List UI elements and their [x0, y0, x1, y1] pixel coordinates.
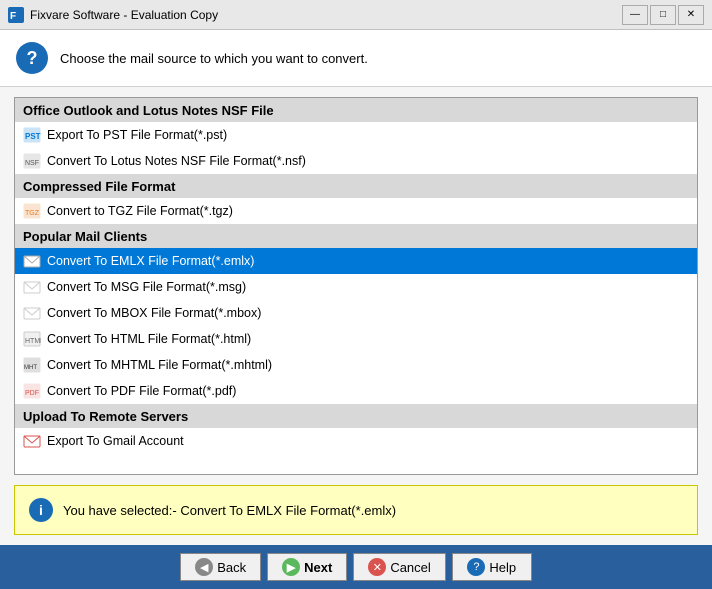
header-icon: ? [16, 42, 48, 74]
item-icon-msg [23, 278, 41, 296]
group-label: Office Outlook and Lotus Notes NSF File [23, 103, 274, 118]
title-bar-controls: — □ ✕ [622, 5, 704, 25]
item-icon-mbox [23, 304, 41, 322]
list-item[interactable]: Upload To Remote Servers [15, 404, 697, 428]
title-bar-text: Fixvare Software - Evaluation Copy [30, 8, 218, 22]
item-icon-tgz: TGZ [23, 202, 41, 220]
item-label: Convert To HTML File Format(*.html) [47, 332, 251, 346]
item-icon-mhtml: MHT [23, 356, 41, 374]
info-text: You have selected:- Convert To EMLX File… [63, 503, 396, 518]
item-icon-pdf: PDF [23, 382, 41, 400]
item-icon-emlx [23, 252, 41, 270]
svg-text:PDF: PDF [25, 390, 39, 397]
list-item[interactable]: Compressed File Format [15, 174, 697, 198]
item-label: Convert To Lotus Notes NSF File Format(*… [47, 154, 306, 168]
bottom-bar: ◀ Back ▶ Next ✕ Cancel ? Help [0, 545, 712, 589]
item-icon-gmail [23, 432, 41, 450]
list-item[interactable]: MHT Convert To MHTML File Format(*.mhtml… [15, 352, 697, 378]
item-label: Export To PST File Format(*.pst) [47, 128, 227, 142]
item-label: Convert To MSG File Format(*.msg) [47, 280, 246, 294]
list-item[interactable]: Office Outlook and Lotus Notes NSF File [15, 98, 697, 122]
item-label: Convert To PDF File Format(*.pdf) [47, 384, 236, 398]
format-list[interactable]: Office Outlook and Lotus Notes NSF File … [14, 97, 698, 475]
list-item[interactable]: Convert To MBOX File Format(*.mbox) [15, 300, 697, 326]
help-label: Help [489, 560, 516, 575]
close-button[interactable]: ✕ [678, 5, 704, 25]
svg-text:NSF: NSF [25, 160, 39, 167]
next-label: Next [304, 560, 332, 575]
help-icon: ? [467, 558, 485, 576]
help-button[interactable]: ? Help [452, 553, 532, 581]
cancel-button[interactable]: ✕ Cancel [353, 553, 445, 581]
list-item[interactable]: Export To Gmail Account [15, 428, 697, 454]
group-label: Upload To Remote Servers [23, 409, 188, 424]
next-icon: ▶ [282, 558, 300, 576]
list-item[interactable]: PST Export To PST File Format(*.pst) [15, 122, 697, 148]
item-label: Convert To MBOX File Format(*.mbox) [47, 306, 261, 320]
svg-text:HTML: HTML [25, 338, 41, 345]
list-item[interactable]: Convert To MSG File Format(*.msg) [15, 274, 697, 300]
svg-text:TGZ: TGZ [25, 210, 40, 217]
minimize-button[interactable]: — [622, 5, 648, 25]
window-body: ? Choose the mail source to which you wa… [0, 30, 712, 589]
header-text: Choose the mail source to which you want… [60, 51, 368, 66]
list-item[interactable]: Convert To EMLX File Format(*.emlx) [15, 248, 697, 274]
list-item[interactable]: HTML Convert To HTML File Format(*.html) [15, 326, 697, 352]
item-label: Convert To EMLX File Format(*.emlx) [47, 254, 254, 268]
item-icon-html: HTML [23, 330, 41, 348]
title-bar: F Fixvare Software - Evaluation Copy — □… [0, 0, 712, 30]
next-button[interactable]: ▶ Next [267, 553, 347, 581]
maximize-button[interactable]: □ [650, 5, 676, 25]
item-icon-pst: PST [23, 126, 41, 144]
back-icon: ◀ [195, 558, 213, 576]
svg-text:MHT: MHT [24, 365, 37, 371]
svg-text:F: F [10, 11, 16, 22]
cancel-label: Cancel [390, 560, 430, 575]
info-box: i You have selected:- Convert To EMLX Fi… [14, 485, 698, 535]
back-label: Back [217, 560, 246, 575]
cancel-icon: ✕ [368, 558, 386, 576]
info-icon: i [29, 498, 53, 522]
list-item[interactable]: NSF Convert To Lotus Notes NSF File Form… [15, 148, 697, 174]
list-item[interactable]: TGZ Convert to TGZ File Format(*.tgz) [15, 198, 697, 224]
list-item[interactable]: Popular Mail Clients [15, 224, 697, 248]
app-icon: F [8, 7, 24, 23]
item-label: Export To Gmail Account [47, 434, 184, 448]
group-label: Compressed File Format [23, 179, 175, 194]
item-label: Convert to TGZ File Format(*.tgz) [47, 204, 233, 218]
group-label: Popular Mail Clients [23, 229, 147, 244]
back-button[interactable]: ◀ Back [180, 553, 261, 581]
content-area: Office Outlook and Lotus Notes NSF File … [0, 87, 712, 545]
header-area: ? Choose the mail source to which you wa… [0, 30, 712, 87]
list-item[interactable]: PDF Convert To PDF File Format(*.pdf) [15, 378, 697, 404]
svg-text:PST: PST [25, 132, 41, 141]
item-icon-nsf: NSF [23, 152, 41, 170]
item-label: Convert To MHTML File Format(*.mhtml) [47, 358, 272, 372]
